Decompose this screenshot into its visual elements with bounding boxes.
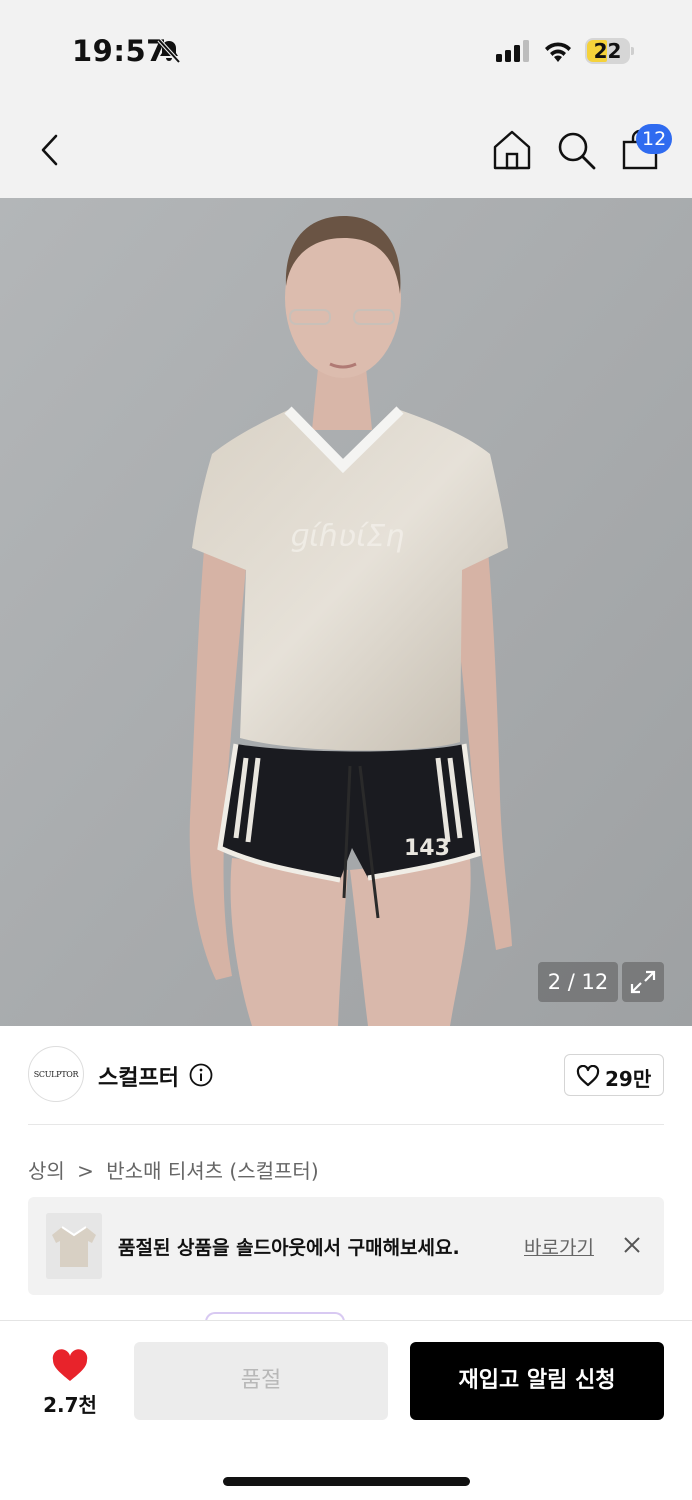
- expand-icon[interactable]: [622, 962, 664, 1002]
- close-icon[interactable]: [620, 1233, 644, 1257]
- home-icon[interactable]: [490, 128, 534, 172]
- soldout-button: 품절: [134, 1342, 388, 1420]
- breadcrumb: 상의 > 반소매 티셔츠 (스컬프터): [28, 1155, 319, 1184]
- status-bar: 19:57 22: [0, 0, 692, 100]
- wishlist-button[interactable]: 2.7천: [28, 1343, 112, 1419]
- breadcrumb-separator: >: [77, 1159, 94, 1183]
- brand-like-button[interactable]: 29만: [564, 1054, 664, 1096]
- divider: [28, 1124, 664, 1125]
- heart-outline-icon: [576, 1065, 600, 1087]
- brand-like-count: 29만: [605, 1067, 652, 1091]
- battery-level: 22: [593, 39, 622, 63]
- cart-count-badge: 12: [636, 124, 673, 154]
- back-arrow-icon[interactable]: [28, 128, 72, 172]
- brand-name[interactable]: 스컬프터: [98, 1060, 179, 1092]
- search-icon[interactable]: [554, 128, 598, 172]
- brand-logo[interactable]: SCULPTOR: [28, 1046, 84, 1102]
- soldout-thumbnail: [46, 1213, 102, 1279]
- battery-indicator: 22: [585, 38, 635, 64]
- image-counter: 2 / 12: [538, 962, 618, 1002]
- cellular-signal-icon: [496, 40, 529, 62]
- bottom-action-bar: 2.7천 품절 재입고 알림 신청: [0, 1320, 692, 1500]
- breadcrumb-subcategory[interactable]: 반소매 티셔츠 (스컬프터): [106, 1155, 318, 1184]
- soldout-link[interactable]: 바로가기: [524, 1233, 594, 1260]
- soldout-message: 품절된 상품을 솔드아웃에서 구매해보세요.: [118, 1237, 460, 1259]
- brand-row: SCULPTOR 스컬프터 29만: [0, 1026, 692, 1126]
- wishlist-count: 2.7천: [43, 1393, 97, 1417]
- product-image[interactable]: ɡίɦʋίΣη 143 2 / 12: [0, 198, 692, 1026]
- restock-alert-button[interactable]: 재입고 알림 신청: [410, 1342, 664, 1420]
- nav-bar: 12: [0, 100, 692, 198]
- soldout-banner: 품절된 상품을 솔드아웃에서 구매해보세요. 바로가기: [28, 1197, 664, 1295]
- breadcrumb-category[interactable]: 상의: [28, 1155, 65, 1184]
- home-indicator: [223, 1477, 470, 1486]
- header-area: 19:57 22 12: [0, 0, 692, 198]
- heart-filled-icon: [52, 1349, 88, 1381]
- status-time: 19:57: [72, 34, 167, 68]
- model-photo: ɡίɦʋίΣη 143: [0, 198, 692, 1026]
- shorts-number-print: 143: [404, 836, 450, 861]
- wifi-icon: [545, 42, 571, 62]
- info-icon[interactable]: [189, 1063, 213, 1087]
- svg-text:ɡίɦʋίΣη: ɡίɦʋίΣη: [290, 519, 404, 554]
- bell-muted-icon: [157, 38, 181, 64]
